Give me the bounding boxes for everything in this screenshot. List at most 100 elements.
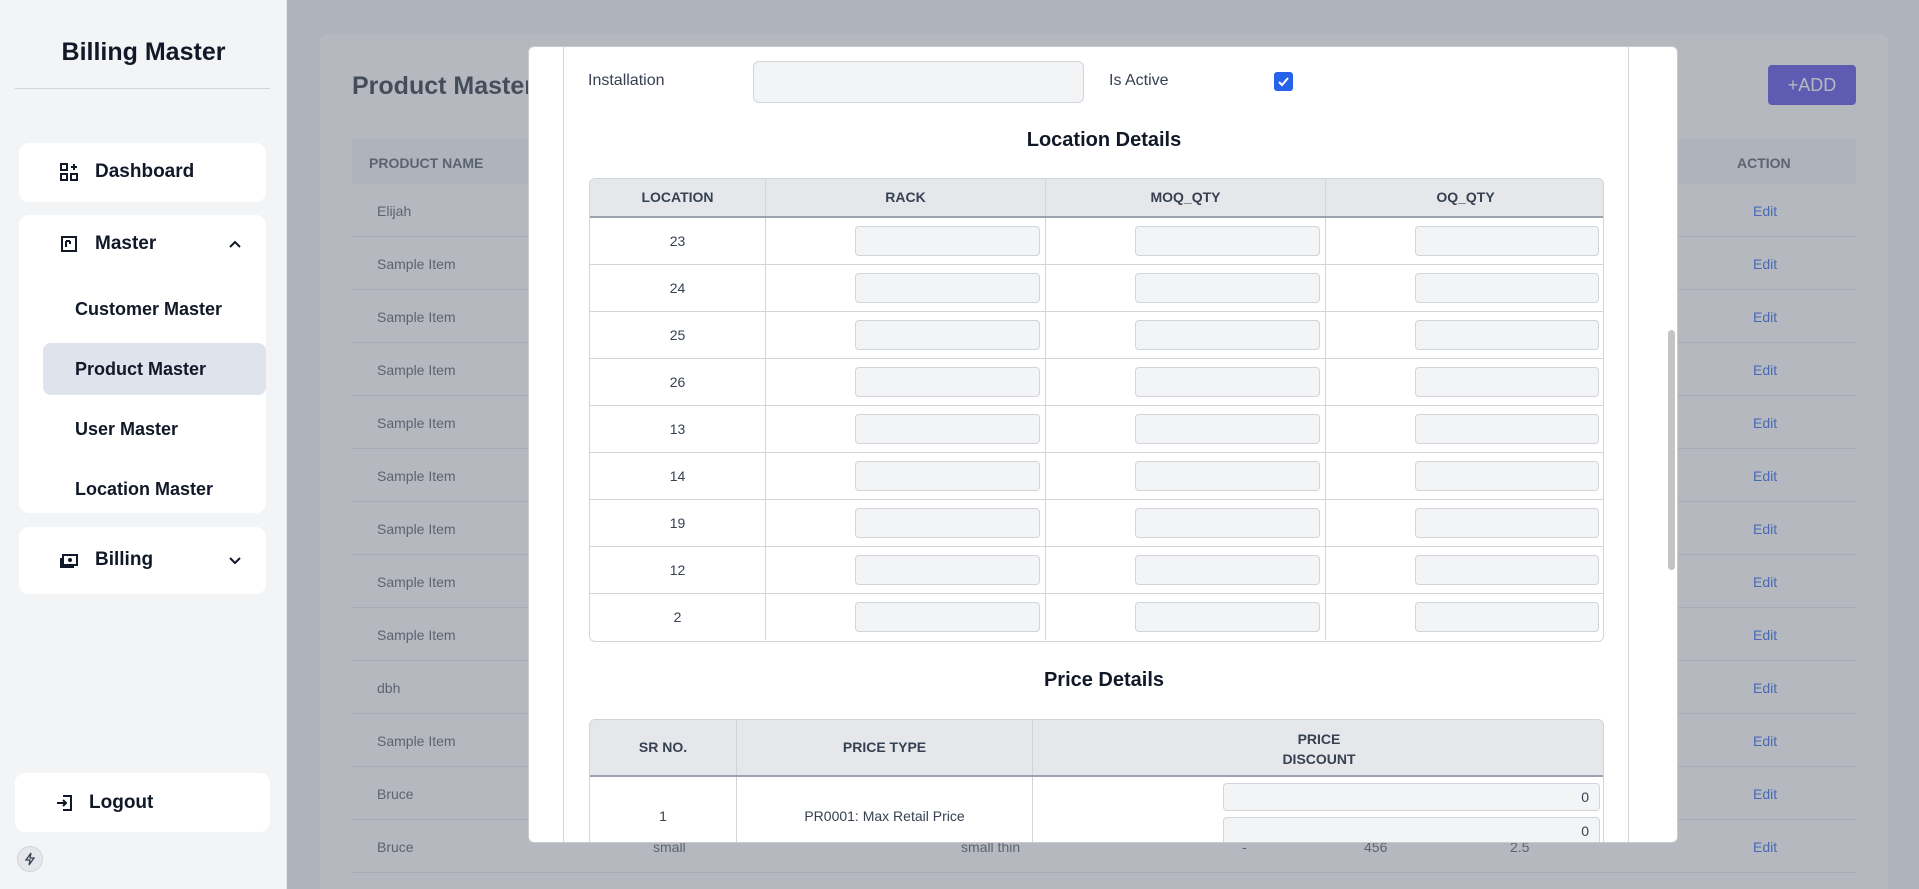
moq-qty-input[interactable] — [1135, 273, 1320, 303]
moq-cell — [1046, 547, 1326, 593]
master-card: Master Customer Master Product Master Us… — [19, 215, 266, 513]
location-table: LOCATION RACK MOQ_QTY OQ_QTY 23 24 25 26 13 1… — [589, 178, 1604, 642]
oq-cell — [1326, 453, 1603, 499]
oq-cell — [1326, 547, 1603, 593]
oq-qty-input[interactable] — [1415, 555, 1599, 585]
installation-label: Installation — [588, 72, 665, 89]
price-table: SR NO. PRICE TYPE PRICE DISCOUNT 1 PR000… — [589, 719, 1604, 842]
moq-qty-input[interactable] — [1135, 320, 1320, 350]
location-table-body: 23 24 25 26 13 14 19 12 2 — [590, 218, 1603, 641]
rack-input[interactable] — [855, 555, 1040, 585]
master-icon — [61, 236, 77, 252]
location-details-title: Location Details — [1026, 129, 1182, 151]
location-cell: 12 — [590, 547, 766, 593]
rack-cell — [766, 500, 1046, 546]
col-rack: RACK — [766, 179, 1046, 216]
sidebar: Billing Master Dashboard Master Customer… — [0, 0, 287, 889]
chevron-up-icon — [229, 240, 241, 248]
sidebar-item-customer-master[interactable]: Customer Master — [43, 283, 266, 335]
sidebar-item-user-master[interactable]: User Master — [43, 403, 266, 455]
col-sr-no: SR NO. — [590, 720, 737, 775]
moq-cell — [1046, 594, 1326, 640]
location-cell: 24 — [590, 265, 766, 311]
price-values-cell: 0 0 — [1033, 777, 1603, 842]
price-table-header: SR NO. PRICE TYPE PRICE DISCOUNT — [590, 720, 1603, 777]
modal-scrollbar-thumb[interactable] — [1668, 330, 1675, 570]
price-type: PR0001: Max Retail Price — [737, 777, 1033, 842]
col-location: LOCATION — [590, 179, 766, 216]
moq-cell — [1046, 500, 1326, 546]
oq-qty-input[interactable] — [1415, 602, 1599, 632]
col-price-discount: PRICE DISCOUNT — [1033, 720, 1603, 775]
oq-qty-input[interactable] — [1415, 461, 1599, 491]
oq-cell — [1326, 312, 1603, 358]
moq-qty-input[interactable] — [1135, 508, 1320, 538]
price-sr: 1 — [590, 777, 737, 842]
nav-dashboard[interactable]: Dashboard — [19, 152, 266, 192]
installation-input[interactable] — [753, 61, 1084, 103]
oq-qty-input[interactable] — [1415, 226, 1599, 256]
moq-qty-input[interactable] — [1135, 414, 1320, 444]
sidebar-item-location-master[interactable]: Location Master — [43, 463, 266, 515]
moq-qty-input[interactable] — [1135, 555, 1320, 585]
nav-master[interactable]: Master — [19, 224, 266, 264]
location-row: 26 — [590, 359, 1603, 406]
moq-qty-input[interactable] — [1135, 367, 1320, 397]
oq-qty-input[interactable] — [1415, 367, 1599, 397]
rack-input[interactable] — [855, 602, 1040, 632]
is-active-label: Is Active — [1109, 72, 1169, 89]
rack-input[interactable] — [855, 367, 1040, 397]
app-brand: Billing Master — [61, 38, 226, 66]
bolt-button[interactable] — [17, 846, 43, 872]
rack-cell — [766, 218, 1046, 264]
nav-master-label: Master — [95, 233, 157, 254]
moq-cell — [1046, 312, 1326, 358]
rack-input[interactable] — [855, 226, 1040, 256]
nav-dashboard-label: Dashboard — [95, 161, 195, 182]
is-active-checkbox[interactable] — [1274, 72, 1293, 91]
oq-qty-input[interactable] — [1415, 508, 1599, 538]
location-cell: 14 — [590, 453, 766, 499]
moq-cell — [1046, 265, 1326, 311]
col-moq-qty: MOQ_QTY — [1046, 179, 1326, 216]
price-input[interactable]: 0 — [1223, 783, 1600, 811]
rack-input[interactable] — [855, 273, 1040, 303]
discount-input[interactable]: 0 — [1223, 817, 1600, 842]
oq-cell — [1326, 218, 1603, 264]
rack-cell — [766, 453, 1046, 499]
oq-qty-input[interactable] — [1415, 273, 1599, 303]
location-row: 19 — [590, 500, 1603, 547]
chevron-down-icon — [229, 557, 241, 565]
oq-cell — [1326, 265, 1603, 311]
location-row: 25 — [590, 312, 1603, 359]
moq-qty-input[interactable] — [1135, 226, 1320, 256]
moq-qty-input[interactable] — [1135, 461, 1320, 491]
logout-button[interactable]: Logout — [15, 773, 270, 832]
price-details-title: Price Details — [1043, 669, 1165, 691]
location-row: 2 — [590, 594, 1603, 641]
product-modal: Installation Is Active Location Details … — [528, 46, 1678, 843]
rack-input[interactable] — [855, 508, 1040, 538]
oq-qty-input[interactable] — [1415, 320, 1599, 350]
location-row: 24 — [590, 265, 1603, 312]
nav-billing[interactable]: Billing — [19, 540, 266, 580]
rack-input[interactable] — [855, 414, 1040, 444]
oq-qty-input[interactable] — [1415, 414, 1599, 444]
logout-label: Logout — [89, 791, 154, 813]
rack-cell — [766, 547, 1046, 593]
checkmark-icon — [1278, 77, 1289, 87]
rack-cell — [766, 359, 1046, 405]
rack-input[interactable] — [855, 461, 1040, 491]
moq-cell — [1046, 453, 1326, 499]
location-cell: 23 — [590, 218, 766, 264]
sidebar-item-product-master[interactable]: Product Master — [43, 343, 266, 395]
rack-input[interactable] — [855, 320, 1040, 350]
dashboard-icon — [60, 163, 78, 181]
rack-cell — [766, 406, 1046, 452]
moq-qty-input[interactable] — [1135, 602, 1320, 632]
bolt-icon — [24, 852, 36, 866]
location-row: 23 — [590, 218, 1603, 265]
billing-card: Billing — [19, 527, 266, 594]
moq-cell — [1046, 406, 1326, 452]
rack-cell — [766, 312, 1046, 358]
